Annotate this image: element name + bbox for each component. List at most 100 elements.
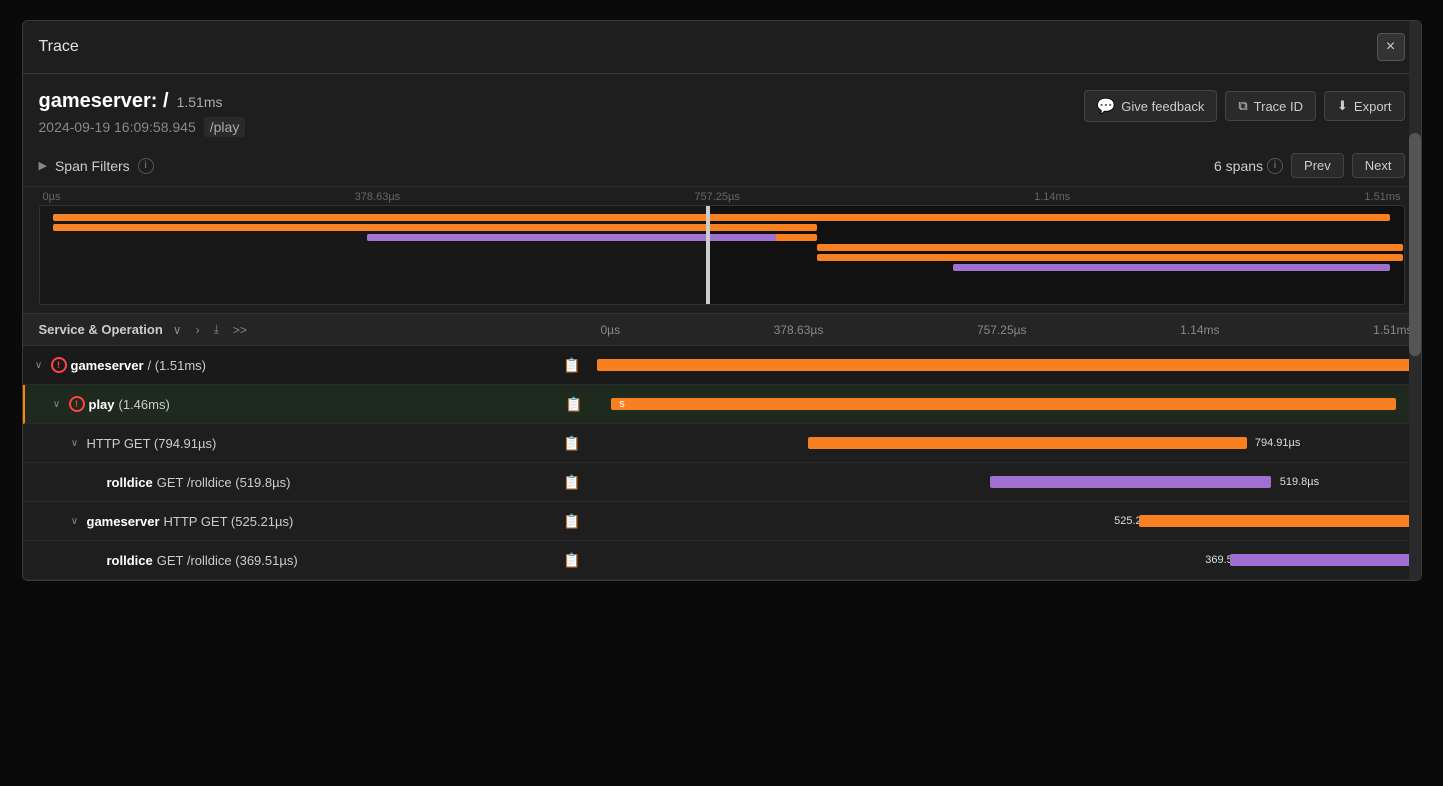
timeline-label-4: 1.51ms <box>1373 323 1412 337</box>
span-left-2: ∨ ! play (1.46ms) 📋 <box>25 388 595 421</box>
give-feedback-button[interactable]: 💬 Give feedback <box>1084 90 1218 122</box>
error-icon-2: ! <box>69 396 85 412</box>
log-icon-1[interactable]: 📋 <box>559 355 584 376</box>
span-left-4: rolldice GET /rolldice (519.8µs) 📋 <box>23 466 593 499</box>
mm-label-3: 1.14ms <box>1034 191 1070 203</box>
span-filters-bar: ▶ Span Filters i 6 spans i Prev Next <box>23 145 1421 187</box>
span-bar-area-5: 525.21µs <box>593 502 1421 540</box>
give-feedback-label: Give feedback <box>1121 99 1204 114</box>
table-row[interactable]: ∨ gameserver HTTP GET (525.21µs) 📋 525.2… <box>23 502 1421 541</box>
expand-btn-1[interactable]: ∨ <box>31 357 47 373</box>
log-icon-2[interactable]: 📋 <box>561 394 586 415</box>
expand-btn-3[interactable]: ∨ <box>67 435 83 451</box>
span-bar-area-6: 369.51µs <box>593 541 1421 579</box>
span-bar-label-2: s <box>619 398 625 410</box>
span-left-1: ∨ ! gameserver / (1.51ms) 📋 <box>23 349 593 382</box>
mm-label-2: 757.25µs <box>694 191 739 203</box>
timeline-axis: 0µs 378.63µs 757.25µs 1.14ms 1.51ms <box>593 323 1421 337</box>
expand-one-button[interactable]: › <box>192 321 204 339</box>
timeline-label-1: 378.63µs <box>774 323 824 337</box>
log-icon-5[interactable]: 📋 <box>559 511 584 532</box>
span-bar-label-3: 794.91µs <box>1255 437 1300 449</box>
spans-list: ∨ ! gameserver / (1.51ms) 📋 ∨ ! play (1.… <box>23 346 1421 580</box>
span-op-6: GET /rolldice (369.51µs) <box>157 553 298 568</box>
span-service-6: rolldice <box>107 553 153 568</box>
next-button[interactable]: Next <box>1352 153 1405 178</box>
trace-modal: Trace × gameserver: / 1.51ms 2024-09-19 … <box>22 20 1422 581</box>
span-op-3: HTTP GET (794.91µs) <box>87 436 217 451</box>
table-row[interactable]: rolldice GET /rolldice (519.8µs) 📋 519.8… <box>23 463 1421 502</box>
span-left-3: ∨ HTTP GET (794.91µs) 📋 <box>23 427 593 460</box>
timeline-label-0: 0µs <box>601 323 621 337</box>
span-filters-toggle[interactable]: ▶ Span Filters i <box>39 158 154 174</box>
trace-service-line: gameserver: / 1.51ms <box>39 90 246 113</box>
span-bar-1 <box>597 359 1413 371</box>
modal-title: Trace <box>39 38 79 56</box>
timeline-label-2: 757.25µs <box>977 323 1027 337</box>
span-bar-area-4: 519.8µs <box>593 463 1421 501</box>
scrollbar-track[interactable] <box>1409 21 1421 580</box>
mm-label-0: 0µs <box>43 191 61 203</box>
span-bar-5 <box>1139 515 1412 527</box>
table-row[interactable]: ∨ ! gameserver / (1.51ms) 📋 <box>23 346 1421 385</box>
mm-label-4: 1.51ms <box>1364 191 1400 203</box>
spans-count-text: 6 spans <box>1214 158 1263 174</box>
modal-header: Trace × <box>23 21 1421 74</box>
trace-service-name: gameserver: / <box>39 90 169 113</box>
minimap-labels: 0µs 378.63µs 757.25µs 1.14ms 1.51ms <box>39 187 1405 205</box>
table-row[interactable]: ∨ ! play (1.46ms) 📋 s <box>23 385 1421 424</box>
timeline-header: Service & Operation ∨ › ⤓ >> 0µs 378.63µ… <box>23 313 1421 346</box>
export-label: Export <box>1354 99 1392 114</box>
span-filters-info-icon: i <box>138 158 154 174</box>
expand-btn-2[interactable]: ∨ <box>49 396 65 412</box>
trace-meta: gameserver: / 1.51ms 2024-09-19 16:09:58… <box>39 90 246 137</box>
table-row[interactable]: ∨ HTTP GET (794.91µs) 📋 794.91µs <box>23 424 1421 463</box>
span-service-2: play <box>89 397 115 412</box>
span-service-4: rolldice <box>107 475 153 490</box>
span-bar-area-2: s <box>595 385 1421 423</box>
minimap-chart[interactable] <box>39 205 1405 305</box>
trace-duration: 1.51ms <box>177 94 223 110</box>
feedback-icon: 💬 <box>1097 97 1116 115</box>
expand-all-button[interactable]: >> <box>229 321 251 339</box>
span-left-6: rolldice GET /rolldice (369.51µs) 📋 <box>23 544 593 577</box>
service-op-column-header: Service & Operation ∨ › ⤓ >> <box>23 320 593 339</box>
trace-info: gameserver: / 1.51ms 2024-09-19 16:09:58… <box>23 74 1421 145</box>
minimap-section: 0µs 378.63µs 757.25µs 1.14ms 1.51ms <box>23 187 1421 313</box>
trace-date-line: 2024-09-19 16:09:58.945 /play <box>39 117 246 137</box>
scrollbar-thumb[interactable] <box>1409 133 1421 357</box>
prev-button[interactable]: Prev <box>1291 153 1344 178</box>
trace-id-button[interactable]: ⧉ Trace ID <box>1225 91 1316 121</box>
export-button[interactable]: ⬇ Export <box>1324 91 1404 121</box>
span-filters-right: 6 spans i Prev Next <box>1214 153 1405 178</box>
log-icon-4[interactable]: 📋 <box>559 472 584 493</box>
span-op-5: HTTP GET (525.21µs) <box>164 514 294 529</box>
trace-id-label: Trace ID <box>1254 99 1303 114</box>
trace-actions: 💬 Give feedback ⧉ Trace ID ⬇ Export <box>1084 90 1405 122</box>
collapse-all-button[interactable]: ∨ <box>169 321 186 339</box>
spans-count: 6 spans i <box>1214 158 1283 174</box>
trace-date: 2024-09-19 16:09:58.945 <box>39 119 196 135</box>
expand-btn-5[interactable]: ∨ <box>67 513 83 529</box>
span-bar-6 <box>1230 554 1412 566</box>
span-bar-2 <box>611 398 1396 410</box>
span-bar-4 <box>990 476 1272 488</box>
table-row[interactable]: rolldice GET /rolldice (369.51µs) 📋 369.… <box>23 541 1421 580</box>
spans-count-info-icon: i <box>1267 158 1283 174</box>
log-icon-6[interactable]: 📋 <box>559 550 584 571</box>
modal-overlay: Trace × gameserver: / 1.51ms 2024-09-19 … <box>0 0 1443 786</box>
span-bar-label-4: 519.8µs <box>1280 476 1319 488</box>
span-bar-area-1 <box>593 346 1421 384</box>
timeline-label-3: 1.14ms <box>1180 323 1219 337</box>
span-left-5: ∨ gameserver HTTP GET (525.21µs) 📋 <box>23 505 593 538</box>
collapse-some-button[interactable]: ⤓ <box>210 320 223 339</box>
log-icon-3[interactable]: 📋 <box>559 433 584 454</box>
span-op-2: (1.46ms) <box>119 397 170 412</box>
service-op-label: Service & Operation <box>39 322 163 337</box>
span-op-4: GET /rolldice (519.8µs) <box>157 475 291 490</box>
close-button[interactable]: × <box>1377 33 1405 61</box>
trace-path: /play <box>204 117 246 137</box>
error-icon-1: ! <box>51 357 67 373</box>
copy-icon: ⧉ <box>1238 98 1247 114</box>
span-filters-chevron-icon: ▶ <box>39 159 47 172</box>
